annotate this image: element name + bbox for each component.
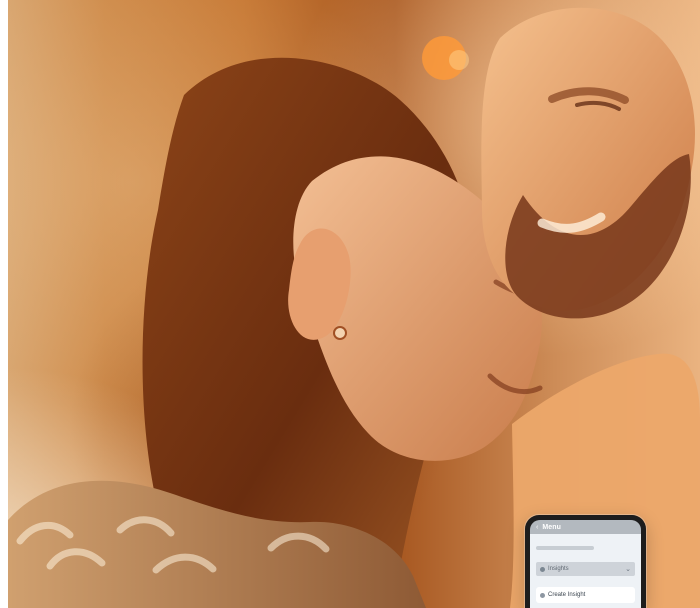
app-canvas: ‹ Menu Insights ⌄ Create Insight	[0, 0, 700, 608]
chevron-down-icon: ⌄	[625, 565, 631, 573]
create-insight-icon	[540, 592, 545, 598]
phone-mockup: ‹ Menu Insights ⌄ Create Insight	[525, 515, 646, 608]
earring	[333, 326, 347, 340]
phone-header: ‹ Menu	[530, 520, 641, 534]
create-insight-label: Create Insight	[548, 592, 586, 598]
insights-row[interactable]: Insights ⌄	[536, 562, 635, 576]
insights-row-left: Insights	[540, 566, 569, 572]
hero-photo: ‹ Menu Insights ⌄ Create Insight	[8, 0, 700, 608]
back-icon[interactable]: ‹	[536, 524, 538, 531]
phone-screen: ‹ Menu Insights ⌄ Create Insight	[530, 520, 641, 608]
create-insight-card[interactable]: Create Insight	[536, 587, 635, 603]
insights-icon	[540, 566, 545, 572]
insights-row-label: Insights	[548, 566, 569, 572]
phone-title: Menu	[542, 523, 562, 531]
phone-placeholder-line	[536, 546, 594, 550]
phone-menu-content: Insights ⌄ Create Insight	[530, 534, 641, 603]
